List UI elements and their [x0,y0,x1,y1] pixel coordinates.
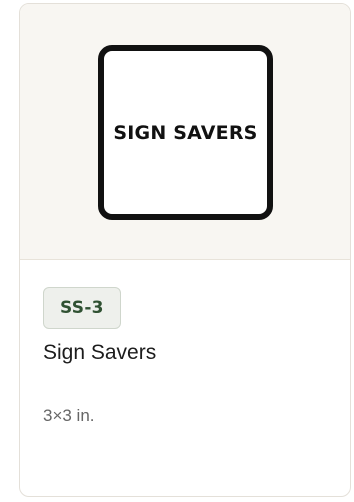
product-image-text: SIGN SAVERS [113,121,258,144]
sku-badge: SS-3 [43,287,121,329]
product-image-area[interactable]: SIGN SAVERS [20,4,350,260]
product-image: SIGN SAVERS [98,45,273,220]
product-size: 3×3 in. [43,406,95,425]
product-title[interactable]: Sign Savers [43,341,156,365]
product-card[interactable]: SIGN SAVERS SS-3 Sign Savers 3×3 in. [19,3,351,497]
